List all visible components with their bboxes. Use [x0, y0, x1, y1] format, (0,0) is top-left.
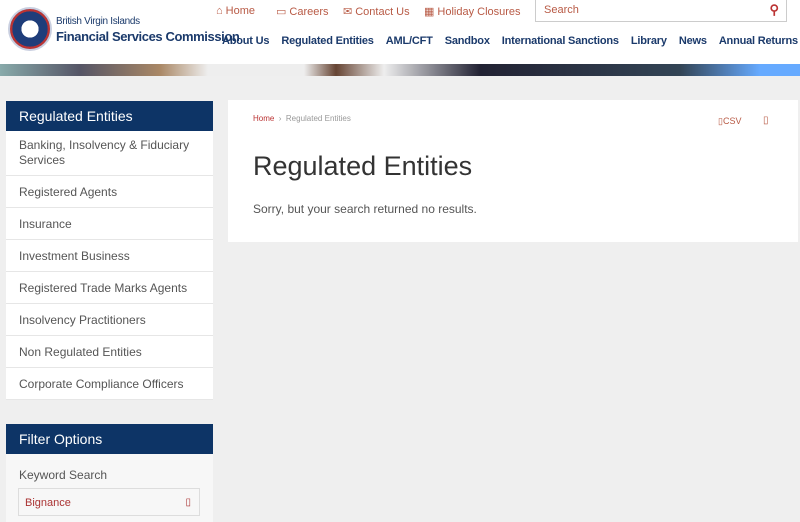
- nav-annual-returns[interactable]: Annual Returns: [719, 35, 798, 47]
- sidebar-item[interactable]: Insurance: [6, 208, 213, 240]
- sidebar-item[interactable]: Registered Trade Marks Agents: [6, 272, 213, 304]
- util-link-contact[interactable]: ✉ Contact Us: [343, 5, 410, 19]
- site-search-input[interactable]: Search ⚲: [535, 0, 787, 22]
- sidebar-item[interactable]: Registered Agents: [6, 176, 213, 208]
- page-title: Regulated Entities: [253, 151, 473, 181]
- org-name-line2: Financial Services Commission: [56, 29, 240, 44]
- print-icon: ▯: [763, 115, 769, 126]
- sidebar-item[interactable]: Banking, Insolvency & Fiduciary Services: [6, 131, 213, 176]
- sidebar-item[interactable]: Insolvency Practitioners: [6, 304, 213, 336]
- nav-about-us[interactable]: About Us: [222, 35, 269, 47]
- print-button[interactable]: ▯: [763, 115, 769, 126]
- breadcrumb: Home › Regulated Entities: [253, 114, 351, 123]
- sidebar-title: Regulated Entities: [6, 101, 213, 131]
- sidebar-item[interactable]: Corporate Compliance Officers: [6, 368, 213, 400]
- breadcrumb-current: Regulated Entities: [285, 114, 351, 123]
- sidebar-regulated-entities: Regulated Entities Banking, Insolvency &…: [6, 101, 213, 400]
- sidebar-item[interactable]: Non Regulated Entities: [6, 336, 213, 368]
- nav-international-sanctions[interactable]: International Sanctions: [502, 35, 619, 47]
- folder-icon: ▭: [276, 6, 287, 18]
- nav-sandbox[interactable]: Sandbox: [445, 35, 490, 47]
- calendar-icon: ▦: [424, 6, 435, 18]
- nav-news[interactable]: News: [679, 35, 707, 47]
- clear-icon[interactable]: ▯: [185, 497, 191, 508]
- keyword-search-label: Keyword Search: [19, 468, 108, 482]
- nav-aml-cft[interactable]: AML/CFT: [386, 35, 433, 47]
- sidebar-item[interactable]: Investment Business: [6, 240, 213, 272]
- nav-library[interactable]: Library: [631, 35, 667, 47]
- filter-title: Filter Options: [6, 424, 213, 454]
- hero-banner-image: [0, 64, 800, 76]
- search-icon[interactable]: ⚲: [769, 2, 779, 18]
- no-results-message: Sorry, but your search returned no resul…: [253, 202, 477, 216]
- filter-options-panel: Filter Options Keyword Search Bignance ▯: [6, 424, 213, 522]
- util-link-careers[interactable]: ▭ Careers: [276, 5, 329, 19]
- keyword-search-input[interactable]: Bignance ▯: [18, 488, 200, 516]
- envelope-icon: ✉: [343, 6, 353, 18]
- org-name-line1: British Virgin Islands: [56, 16, 140, 27]
- csv-export-button[interactable]: ▯CSV: [718, 116, 741, 127]
- main-nav: About Us Regulated Entities AML/CFT Sand…: [222, 35, 798, 47]
- site-header: British Virgin Islands Financial Service…: [0, 0, 800, 64]
- breadcrumb-home[interactable]: Home: [253, 114, 274, 123]
- home-icon: ⌂: [216, 5, 223, 17]
- util-link-home[interactable]: ⌂ Home: [216, 5, 255, 17]
- fsc-logo[interactable]: [8, 7, 52, 51]
- main-content: Home › Regulated Entities ▯CSV ▯ Regulat…: [228, 100, 798, 242]
- util-link-holiday[interactable]: ▦ Holiday Closures: [424, 5, 521, 19]
- nav-regulated-entities[interactable]: Regulated Entities: [281, 35, 374, 47]
